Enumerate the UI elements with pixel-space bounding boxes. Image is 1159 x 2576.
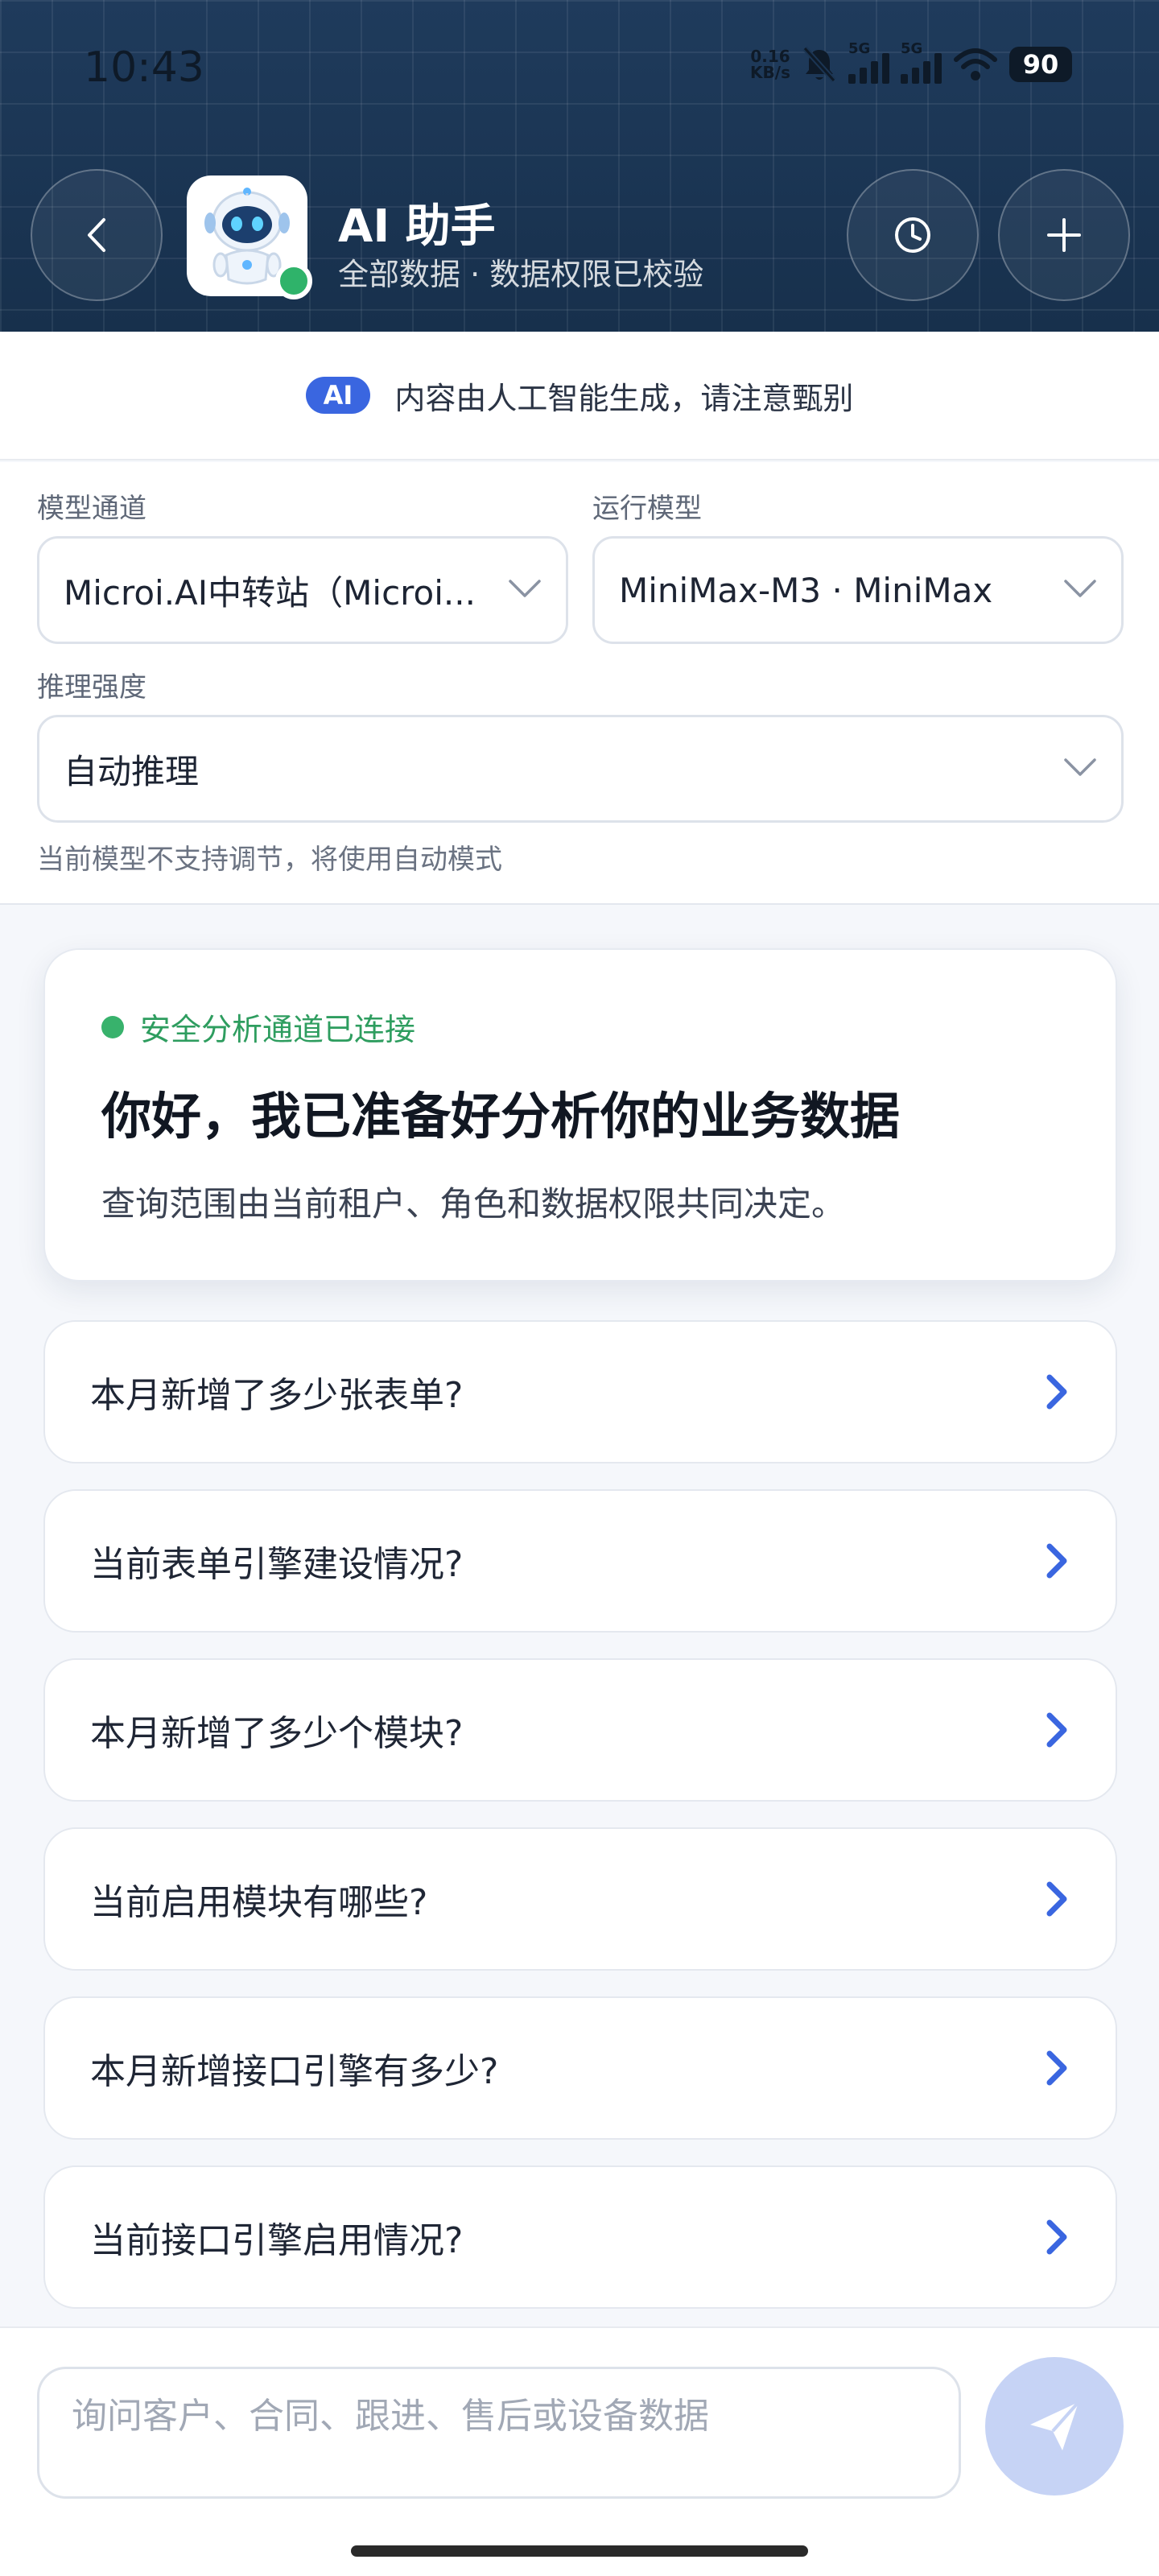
channel-value: Microi.AI中转站（Microi... [64,572,476,613]
suggestion-item[interactable]: 本月新增了多少张表单? [43,1320,1117,1463]
chevron-right-icon [1046,2219,1067,2255]
model-label: 运行模型 [592,493,702,525]
model-select[interactable]: MiniMax-M3 · MiniMax [592,536,1124,644]
suggestion-text: 当前启用模块有哪些? [90,1882,428,1923]
channel-select[interactable]: Microi.AI中转站（Microi... [37,536,568,644]
page-title: AI 助手 [338,200,496,253]
wifi-icon [954,48,997,80]
chevron-right-icon [1046,1712,1067,1748]
suggestion-item[interactable]: 当前接口引擎启用情况? [43,2165,1117,2309]
chevron-left-icon [88,218,105,252]
suggestion-text: 本月新增接口引擎有多少? [90,2051,499,2092]
home-indicator[interactable] [351,2545,808,2557]
connection-status: 安全分析通道已连接 [140,1012,416,1047]
network-speed: 0.16 KB/s [750,47,790,82]
suggestion-item[interactable]: 本月新增接口引擎有多少? [43,1996,1117,2140]
online-status-dot [275,262,312,299]
suggestion-text: 当前接口引擎启用情况? [90,2220,464,2261]
chevron-right-icon [1046,2050,1067,2086]
reasoning-value: 自动推理 [64,751,200,791]
app-header: 10:43 0.16 KB/s 5G 5G 90 AI 助手 全部数据 · 数据… [0,0,1159,332]
page-subtitle: 全部数据 · 数据权限已校验 [338,257,704,292]
chevron-right-icon [1046,1374,1067,1410]
clock-icon [895,217,930,253]
chevron-down-icon [509,580,541,597]
signal-icon: 5G [901,40,942,84]
reasoning-label: 推理强度 [37,671,146,704]
composer-bar [0,2326,1159,2576]
suggestion-item[interactable]: 当前启用模块有哪些? [43,1827,1117,1971]
history-button[interactable] [847,169,979,301]
chevron-down-icon [1064,758,1096,776]
model-value: MiniMax-M3 · MiniMax [619,570,993,610]
reasoning-select[interactable]: 自动推理 [37,715,1124,823]
status-time: 10:43 [84,43,204,92]
chevron-down-icon [1064,580,1096,597]
new-chat-button[interactable] [998,169,1130,301]
suggestion-item[interactable]: 当前表单引擎建设情况? [43,1489,1117,1633]
bell-muted-icon [802,46,836,83]
suggestion-item[interactable]: 本月新增了多少个模块? [43,1658,1117,1802]
suggestion-text: 本月新增了多少张表单? [90,1375,464,1416]
back-button[interactable] [31,169,163,301]
welcome-card: 安全分析通道已连接 你好，我已准备好分析你的业务数据 查询范围由当前租户、角色和… [43,948,1117,1282]
send-button[interactable] [985,2357,1124,2496]
suggestion-text: 当前表单引擎建设情况? [90,1544,464,1585]
welcome-title: 你好，我已准备好分析你的业务数据 [101,1087,901,1146]
ai-disclaimer: AI 内容由人工智能生成，请注意甄别 [0,332,1159,460]
chevron-right-icon [1046,1881,1067,1917]
welcome-description: 查询范围由当前租户、角色和数据权限共同决定。 [101,1184,846,1224]
chat-input[interactable] [37,2367,961,2499]
channel-label: 模型通道 [37,493,146,525]
reasoning-hint: 当前模型不支持调节，将使用自动模式 [37,844,502,876]
ai-badge: AI [305,377,371,414]
suggestion-text: 本月新增了多少个模块? [90,1713,464,1754]
model-settings: 模型通道 Microi.AI中转站（Microi... 运行模型 MiniMax… [0,462,1159,905]
signal-icon: 5G [848,40,889,84]
chevron-right-icon [1046,1543,1067,1579]
plus-icon [1047,218,1081,252]
status-icons: 0.16 KB/s 5G 5G 90 [750,40,1072,84]
disclaimer-text: 内容由人工智能生成，请注意甄别 [394,380,854,416]
send-icon [1030,2401,1080,2450]
battery-indicator: 90 [1009,47,1072,82]
connection-status-dot [101,1016,124,1038]
